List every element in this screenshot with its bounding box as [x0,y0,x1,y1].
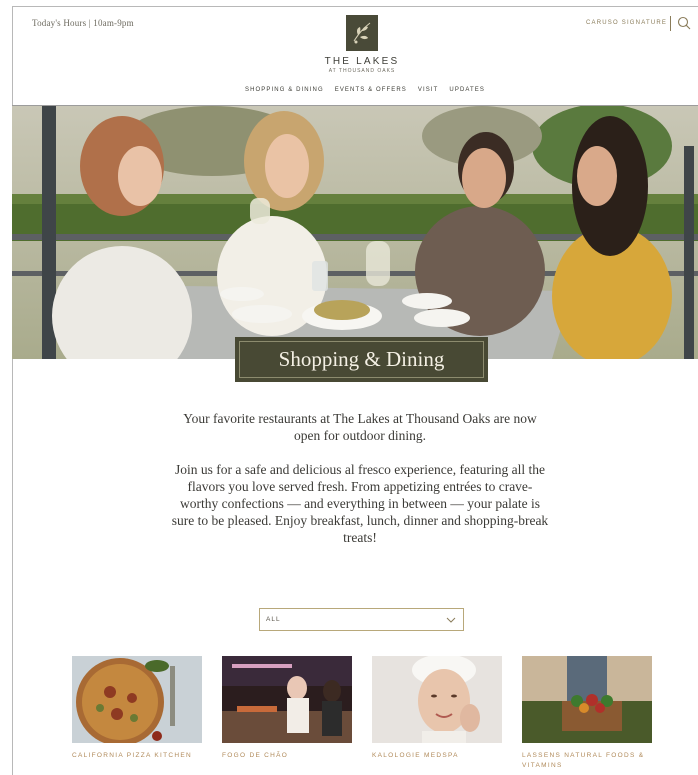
store-card[interactable]: LASSENS NATURAL FOODS & VITAMINS [522,656,652,771]
nav-item-visit[interactable]: VISIT [418,87,439,93]
nav-item-shopping-dining[interactable]: SHOPPING & DINING [245,87,324,93]
store-card-label[interactable]: LASSENS NATURAL FOODS & VITAMINS [522,751,652,771]
store-card[interactable]: CALIFORNIA PIZZA KITCHEN [72,656,202,771]
store-card-image[interactable] [222,656,352,743]
intro-paragraph-1: Your favorite restaurants at The Lakes a… [183,411,537,443]
hero-title-banner: Shopping & Dining [235,337,488,382]
logo-title[interactable]: THE LAKES [300,56,424,67]
header-divider [670,16,671,31]
store-card[interactable]: KALOLOGIE MEDSPA [372,656,502,771]
hero-image [12,106,698,359]
page-title: Shopping & Dining [278,347,445,371]
filter-selected-value: ALL [266,616,281,623]
intro-text: Your favorite restaurants at The Lakes a… [170,410,550,546]
store-card-image[interactable] [372,656,502,743]
store-card-label[interactable]: FOGO DE CHÃO [222,751,352,761]
caruso-signature-link[interactable]: CARUSO SIGNATURE [586,20,667,26]
store-card-image[interactable] [522,656,652,743]
main-nav: SHOPPING & DINING EVENTS & OFFERS VISIT … [245,87,485,93]
chevron-down-icon [446,617,456,623]
store-hours: Today's Hours | 10am-9pm [32,18,134,28]
intro-paragraph-2: Join us for a safe and delicious al fres… [171,462,549,545]
nav-item-updates[interactable]: UPDATES [449,87,485,93]
store-card[interactable]: FOGO DE CHÃO [222,656,352,771]
store-card-image[interactable] [72,656,202,743]
store-card-label[interactable]: CALIFORNIA PIZZA KITCHEN [72,751,202,761]
logo-icon[interactable] [346,15,378,51]
store-card-list: CALIFORNIA PIZZA KITCHEN FOGO DE CHÃO KA… [72,656,652,771]
nav-item-events-offers[interactable]: EVENTS & OFFERS [335,87,407,93]
store-card-label[interactable]: KALOLOGIE MEDSPA [372,751,502,761]
logo-subtitle: AT THOUSAND OAKS [328,68,396,74]
search-icon[interactable] [677,16,691,30]
category-filter-select[interactable]: ALL [259,608,464,631]
